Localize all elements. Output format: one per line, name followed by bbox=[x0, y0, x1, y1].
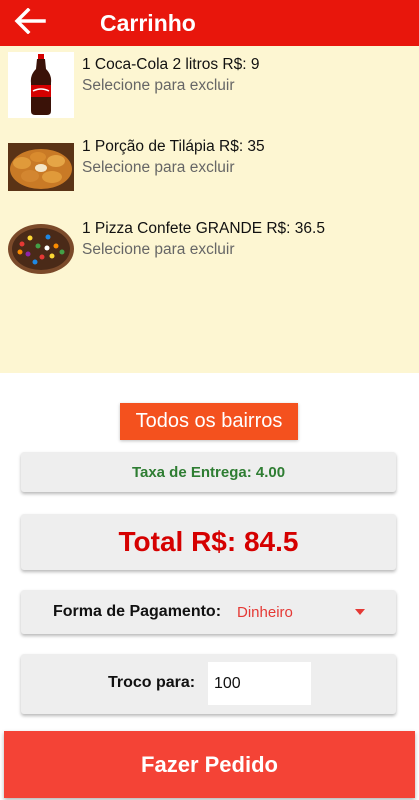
arrow-left-icon bbox=[14, 7, 46, 39]
total-card: Total R$: 84.5 bbox=[21, 514, 396, 570]
back-button[interactable] bbox=[0, 0, 60, 46]
change-label: Troco para: bbox=[108, 674, 196, 691]
payment-select[interactable]: Dinheiro bbox=[237, 590, 367, 634]
item-name: 1 Coca-Cola 2 litros R$: 9 bbox=[82, 56, 260, 73]
fried-fish-portion-image bbox=[8, 134, 74, 200]
payment-label: Forma de Pagamento: bbox=[53, 603, 222, 620]
total-text: Total R$: 84.5 bbox=[118, 526, 299, 557]
change-input[interactable] bbox=[208, 662, 311, 705]
item-name: 1 Porção de Tilápia R$: 35 bbox=[82, 138, 265, 155]
cart-list: 1 Coca-Cola 2 litros R$: 9 Selecione par… bbox=[0, 46, 419, 373]
change-card: Troco para: bbox=[21, 654, 396, 714]
item-delete-hint: Selecione para excluir bbox=[82, 241, 235, 258]
dropdown-arrow-icon bbox=[355, 609, 365, 615]
cart-item-coca-cola[interactable]: 1 Coca-Cola 2 litros R$: 9 Selecione par… bbox=[0, 46, 419, 118]
neighborhood-button[interactable]: Todos os bairros bbox=[120, 403, 298, 440]
place-order-button[interactable]: Fazer Pedido bbox=[4, 731, 415, 798]
delivery-fee-text: Taxa de Entrega: 4.00 bbox=[131, 463, 286, 481]
app-bar: Carrinho bbox=[0, 0, 419, 46]
cart-item-pizza[interactable]: 1 Pizza Confete GRANDE R$: 36.5 Selecion… bbox=[0, 210, 419, 280]
delivery-fee-card: Taxa de Entrega: 4.00 bbox=[21, 452, 396, 492]
page-title: Carrinho bbox=[100, 9, 196, 36]
payment-selected-value: Dinheiro bbox=[237, 603, 293, 621]
payment-card: Forma de Pagamento: Dinheiro bbox=[21, 590, 396, 634]
item-name: 1 Pizza Confete GRANDE R$: 36.5 bbox=[82, 220, 325, 237]
item-delete-hint: Selecione para excluir bbox=[82, 159, 235, 176]
item-delete-hint: Selecione para excluir bbox=[82, 77, 235, 94]
cart-item-tilapia[interactable]: 1 Porção de Tilápia R$: 35 Selecione par… bbox=[0, 128, 419, 198]
confetti-pizza-image bbox=[8, 216, 74, 282]
coca-cola-bottle-image bbox=[8, 52, 74, 118]
